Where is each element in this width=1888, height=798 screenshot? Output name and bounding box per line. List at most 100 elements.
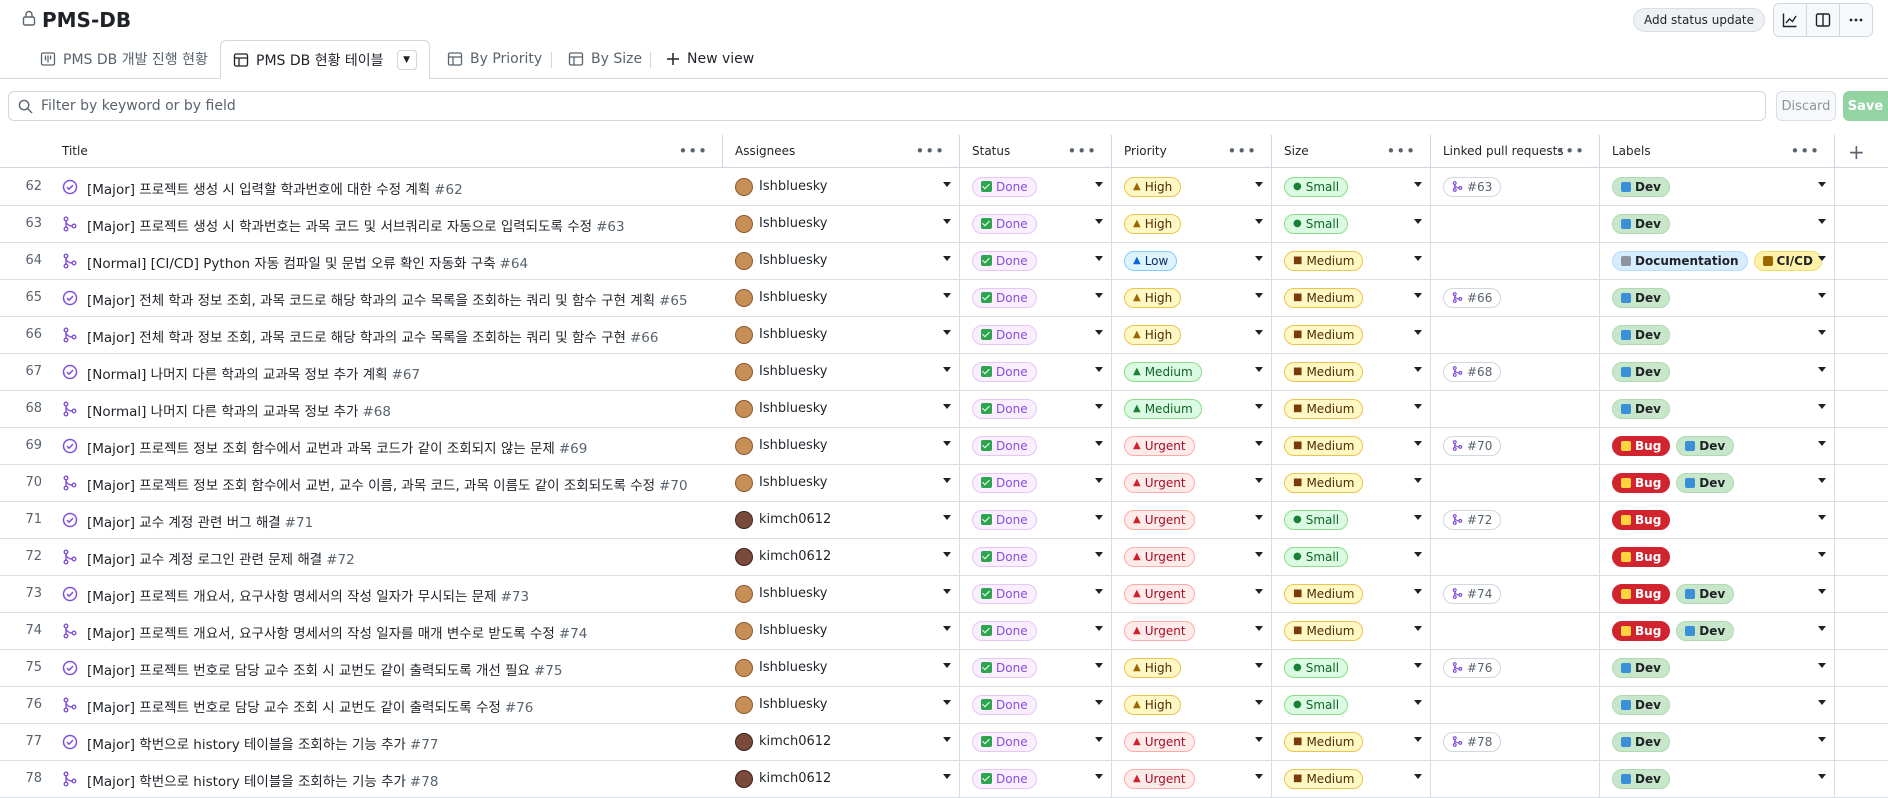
column-header-status[interactable]: Status ••• xyxy=(960,135,1112,167)
assignee-cell[interactable]: Ishbluesky xyxy=(723,390,960,427)
column-header-labels[interactable]: Labels ••• xyxy=(1600,135,1835,167)
chevron-down-icon[interactable] xyxy=(1095,700,1103,705)
chevron-down-icon[interactable] xyxy=(1414,256,1422,261)
chevron-down-icon[interactable] xyxy=(943,737,951,742)
chevron-down-icon[interactable] xyxy=(943,478,951,483)
status-cell[interactable]: Done xyxy=(960,390,1112,427)
labels-cell[interactable]: Bug Dev xyxy=(1600,575,1835,612)
size-cell[interactable]: ■ Medium xyxy=(1272,353,1431,390)
assignee-cell[interactable]: Ishbluesky xyxy=(723,205,960,242)
chevron-down-icon[interactable] xyxy=(1255,700,1263,705)
item-title-link[interactable]: [Normal] [CI/CD] Python 자동 컴파일 및 문법 오류 확… xyxy=(87,252,528,272)
size-cell[interactable]: ■ Medium xyxy=(1272,427,1431,464)
linked-pr-cell[interactable]: #68 xyxy=(1431,353,1600,390)
status-cell[interactable]: Done xyxy=(960,501,1112,538)
priority-cell[interactable]: ▲ Medium xyxy=(1112,353,1272,390)
linked-pr-cell[interactable] xyxy=(1431,316,1600,353)
status-cell[interactable]: Done xyxy=(960,538,1112,575)
linked-pr-cell[interactable] xyxy=(1431,205,1600,242)
chevron-down-icon[interactable] xyxy=(1414,515,1422,520)
size-cell[interactable]: ■ Medium xyxy=(1272,316,1431,353)
status-cell[interactable]: Done xyxy=(960,760,1112,797)
linked-pr-cell[interactable]: #63 xyxy=(1431,168,1600,205)
labels-cell[interactable]: Bug xyxy=(1600,501,1835,538)
chevron-down-icon[interactable] xyxy=(1414,404,1422,409)
chevron-down-icon[interactable] xyxy=(1818,367,1826,372)
linked-pr-cell[interactable] xyxy=(1431,612,1600,649)
size-cell[interactable]: ● Small xyxy=(1272,538,1431,575)
chevron-down-icon[interactable] xyxy=(1095,515,1103,520)
size-cell[interactable]: ● Small xyxy=(1272,205,1431,242)
chevron-down-icon[interactable] xyxy=(943,515,951,520)
chevron-down-icon[interactable] xyxy=(1414,552,1422,557)
add-status-update-button[interactable]: Add status update xyxy=(1633,8,1766,32)
chevron-down-icon[interactable] xyxy=(943,626,951,631)
chevron-down-icon[interactable] xyxy=(1414,441,1422,446)
linked-pr-badge[interactable]: #66 xyxy=(1443,287,1502,308)
chevron-down-icon[interactable] xyxy=(1818,182,1826,187)
chevron-down-icon[interactable] xyxy=(1414,663,1422,668)
chevron-down-icon[interactable] xyxy=(943,182,951,187)
item-title-link[interactable]: [Major] 프로젝트 생성 시 입력할 학과번호에 대한 수정 계획 #62 xyxy=(87,178,463,198)
chevron-down-icon[interactable] xyxy=(1818,774,1826,779)
size-cell[interactable]: ● Small xyxy=(1272,649,1431,686)
column-header-assignees[interactable]: Assignees ••• xyxy=(723,135,960,167)
chevron-down-icon[interactable] xyxy=(1095,478,1103,483)
chevron-down-icon[interactable] xyxy=(943,256,951,261)
chevron-down-icon[interactable] xyxy=(1414,219,1422,224)
size-cell[interactable]: ■ Medium xyxy=(1272,279,1431,316)
priority-cell[interactable]: ▲ Medium xyxy=(1112,390,1272,427)
assignee-cell[interactable]: Ishbluesky xyxy=(723,464,960,501)
chevron-down-icon[interactable] xyxy=(1095,367,1103,372)
linked-pr-badge[interactable]: #78 xyxy=(1443,731,1502,752)
chevron-down-icon[interactable] xyxy=(1818,219,1826,224)
status-cell[interactable]: Done xyxy=(960,353,1112,390)
labels-cell[interactable]: Dev xyxy=(1600,168,1835,205)
status-cell[interactable]: Done xyxy=(960,723,1112,760)
save-button[interactable]: Save xyxy=(1843,91,1888,121)
priority-cell[interactable]: ▲ High xyxy=(1112,649,1272,686)
assignee-cell[interactable]: kimch0612 xyxy=(723,538,960,575)
status-cell[interactable]: Done xyxy=(960,427,1112,464)
chevron-down-icon[interactable] xyxy=(1095,330,1103,335)
chevron-down-icon[interactable] xyxy=(943,367,951,372)
linked-pr-badge[interactable]: #70 xyxy=(1443,435,1502,456)
chevron-down-icon[interactable] xyxy=(1414,589,1422,594)
add-field-icon[interactable]: + xyxy=(1848,140,1865,164)
chevron-down-icon[interactable] xyxy=(1255,182,1263,187)
labels-cell[interactable]: Dev xyxy=(1600,316,1835,353)
chevron-down-icon[interactable] xyxy=(1414,367,1422,372)
priority-cell[interactable]: ▲ Urgent xyxy=(1112,760,1272,797)
priority-cell[interactable]: ▲ Urgent xyxy=(1112,427,1272,464)
status-cell[interactable]: Done xyxy=(960,242,1112,279)
chevron-down-icon[interactable] xyxy=(943,700,951,705)
priority-cell[interactable]: ▲ Urgent xyxy=(1112,575,1272,612)
priority-cell[interactable]: ▲ Urgent xyxy=(1112,464,1272,501)
chevron-down-icon[interactable] xyxy=(1818,589,1826,594)
size-cell[interactable]: ■ Medium xyxy=(1272,723,1431,760)
chevron-down-icon[interactable] xyxy=(1818,663,1826,668)
item-title-link[interactable]: [Major] 프로젝트 번호로 담당 교수 조회 시 교번도 같이 출력되도록… xyxy=(87,659,562,679)
labels-cell[interactable]: Dev xyxy=(1600,686,1835,723)
chevron-down-icon[interactable] xyxy=(1414,330,1422,335)
priority-cell[interactable]: ▲ Urgent xyxy=(1112,538,1272,575)
chevron-down-icon[interactable] xyxy=(1255,589,1263,594)
item-title-link[interactable]: [Major] 프로젝트 정보 조회 함수에서 교번과 과목 코드가 같이 조회… xyxy=(87,437,587,457)
chevron-down-icon[interactable] xyxy=(1255,478,1263,483)
labels-cell[interactable]: Dev xyxy=(1600,649,1835,686)
item-title-link[interactable]: [Major] 전체 학과 정보 조회, 과목 코드로 해당 학과의 교수 목록… xyxy=(87,326,658,346)
linked-pr-badge[interactable]: #76 xyxy=(1443,657,1502,678)
linked-pr-cell[interactable]: #76 xyxy=(1431,649,1600,686)
chevron-down-icon[interactable] xyxy=(1095,626,1103,631)
assignee-cell[interactable]: kimch0612 xyxy=(723,760,960,797)
size-cell[interactable]: ■ Medium xyxy=(1272,464,1431,501)
chevron-down-icon[interactable] xyxy=(1414,737,1422,742)
item-title-link[interactable]: [Major] 프로젝트 번호로 담당 교수 조회 시 교번도 같이 출력되도록… xyxy=(87,696,533,716)
labels-cell[interactable]: Bug xyxy=(1600,538,1835,575)
priority-cell[interactable]: ▲ High xyxy=(1112,168,1272,205)
priority-cell[interactable]: ▲ Urgent xyxy=(1112,723,1272,760)
chevron-down-icon[interactable] xyxy=(1255,293,1263,298)
more-options-icon[interactable] xyxy=(1840,4,1872,36)
chevron-down-icon[interactable] xyxy=(1818,256,1826,261)
item-title-link[interactable]: [Major] 프로젝트 개요서, 요구사항 명세서의 작성 일자가 무시되는 … xyxy=(87,585,529,605)
